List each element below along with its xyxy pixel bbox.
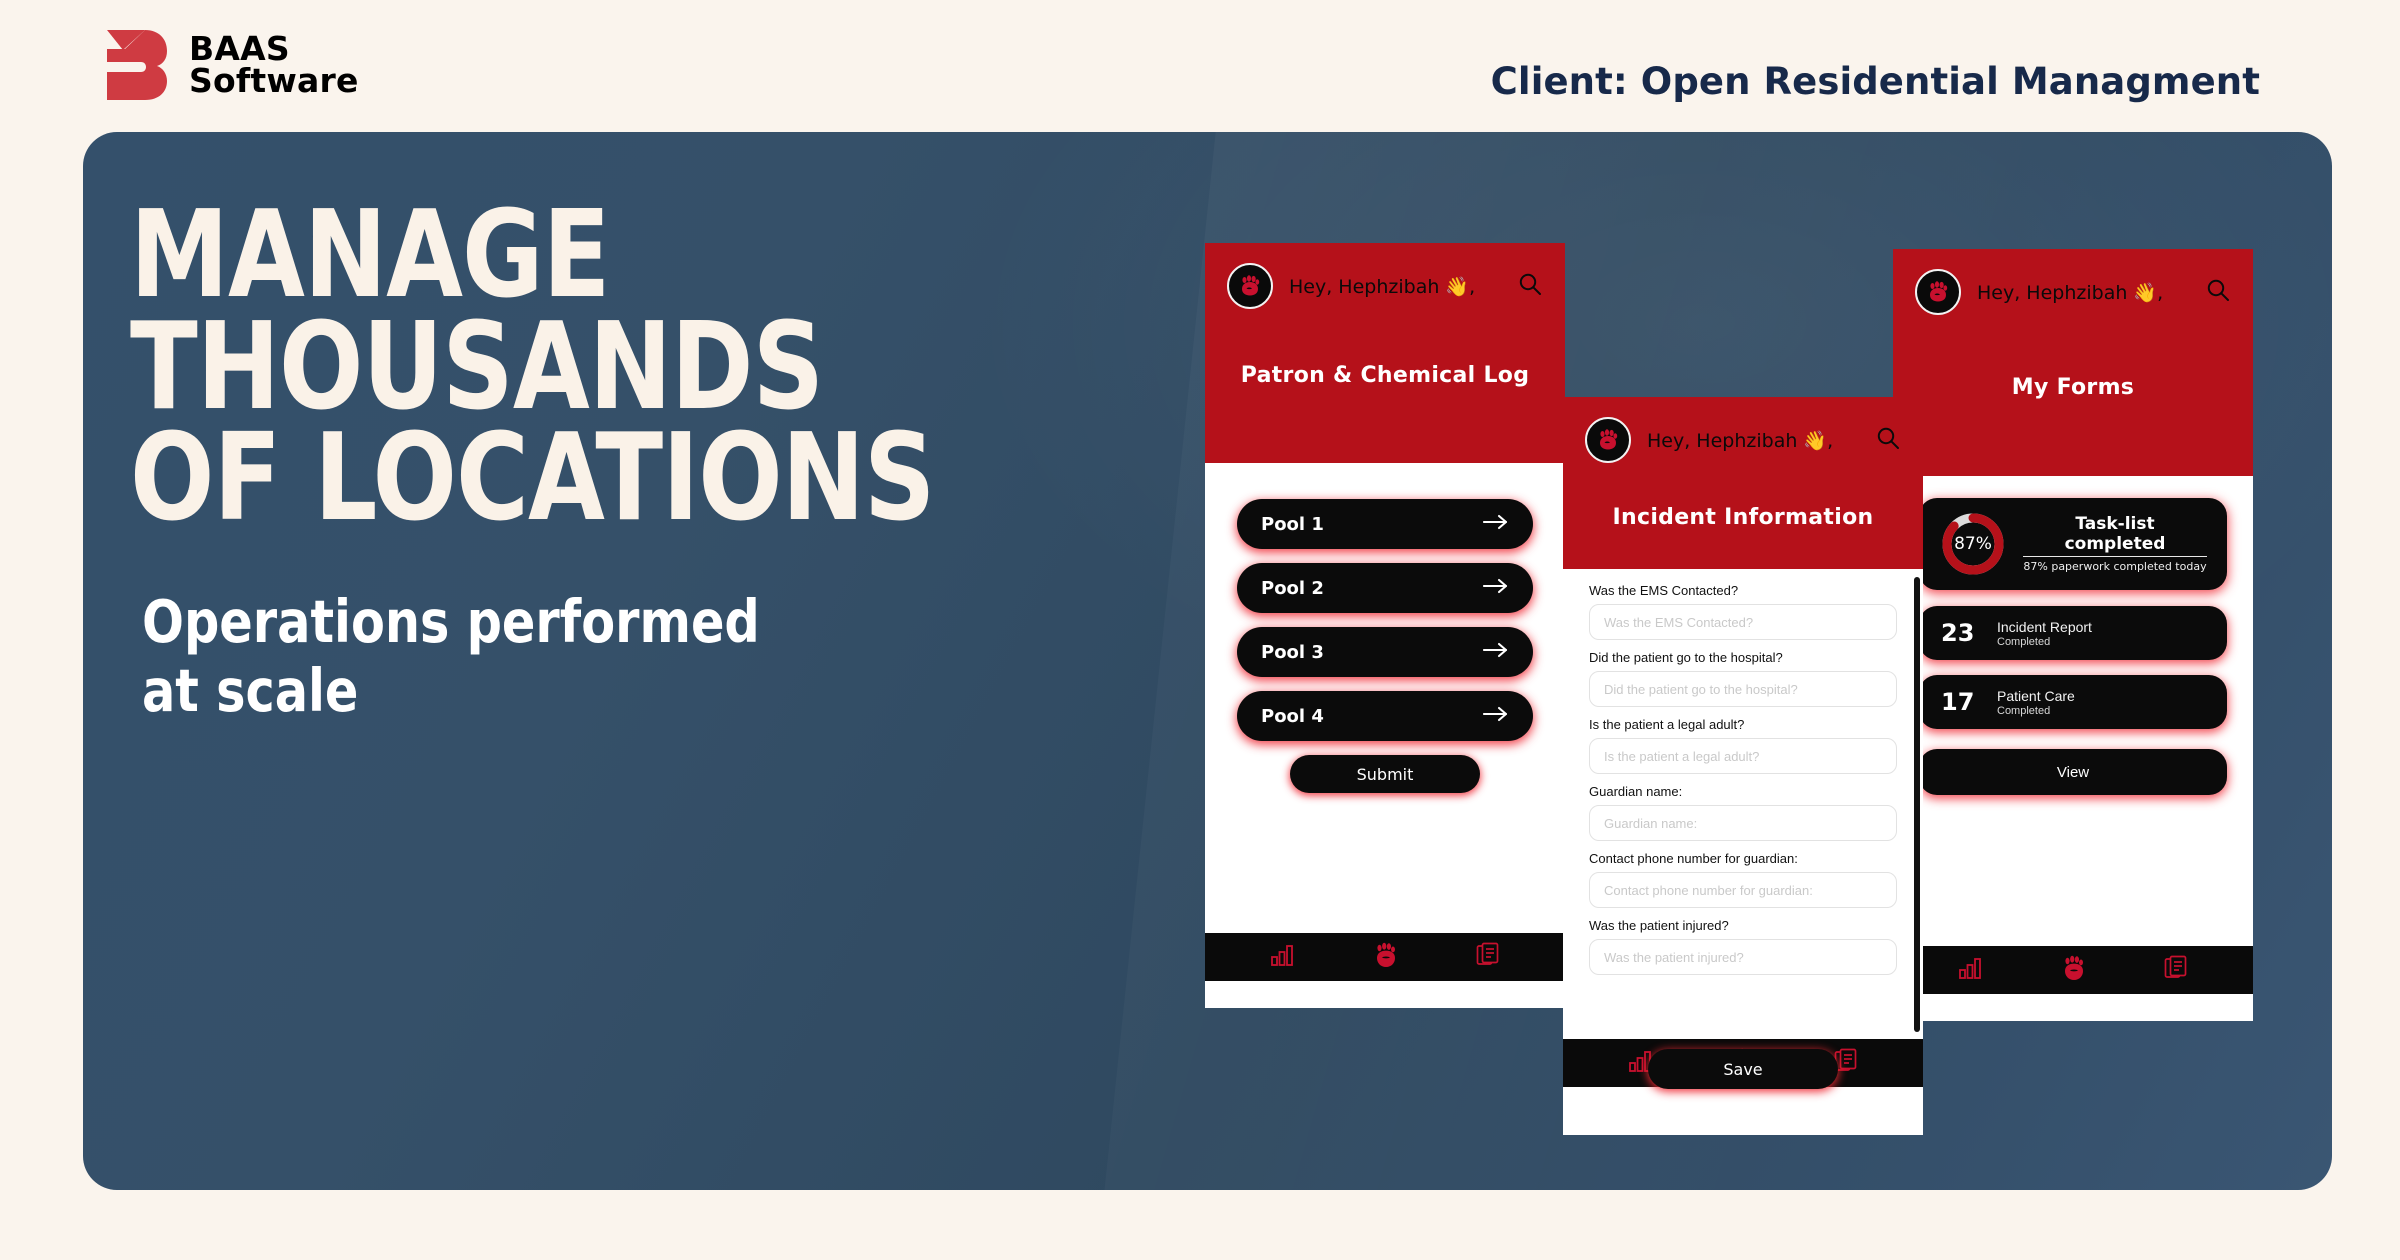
pool-button-label: Pool 3 — [1261, 641, 1324, 663]
form-name: Incident Report — [1997, 618, 2092, 635]
view-button[interactable]: View — [1919, 749, 2227, 795]
subhead-line-2: at scale — [142, 656, 359, 726]
view-button-label: View — [2056, 763, 2090, 781]
pool-button[interactable]: Pool 3 — [1237, 627, 1533, 677]
client-title: Client: Open Residential Managment — [1490, 60, 2260, 103]
task-card-subtitle: 87% paperwork completed today — [2023, 560, 2207, 574]
bear-paw-icon[interactable] — [2059, 954, 2089, 987]
app-header: Hey, Hephzibah 👋, Patron & Chemical Log — [1205, 243, 1565, 463]
bear-paw-avatar-icon[interactable] — [1915, 269, 1961, 315]
headline-line-1: MANAGE — [130, 186, 611, 325]
arrow-right-icon — [1482, 514, 1509, 535]
hero-copy: MANAGE THOUSANDS OF LOCATIONS Operations… — [130, 186, 1210, 726]
page-title: MANAGE THOUSANDS OF LOCATIONS — [130, 186, 1124, 549]
form-name: Patient Care — [1997, 687, 2075, 704]
baas-b-logo-icon — [105, 30, 167, 100]
field-placeholder: Guardian name: — [1604, 815, 1698, 831]
search-icon[interactable] — [2205, 277, 2231, 308]
subhead-line-1: Operations performed — [142, 586, 760, 656]
screen-title: My Forms — [2011, 375, 2135, 400]
field-label: Did the patient go to the hospital? — [1589, 650, 1783, 665]
guardian-phone-field[interactable]: Contact phone number for guardian: — [1589, 872, 1897, 908]
headline-line-3: OF LOCATIONS — [130, 409, 935, 549]
page-subtitle: Operations performed at scale — [142, 587, 1135, 726]
screen-title: Patron & Chemical Log — [1240, 363, 1530, 388]
form-group: Was the patient injured? Was the patient… — [1589, 918, 1897, 975]
bear-paw-avatar-icon[interactable] — [1585, 417, 1631, 463]
task-list-card[interactable]: 87% Task-list completed 87% paperwork co… — [1919, 498, 2227, 590]
incident-form: Was the EMS Contacted? Was the EMS Conta… — [1563, 569, 1923, 1039]
phone-mockup-incident-information: Hey, Hephzibah 👋, Incident Information W… — [1563, 397, 1923, 1135]
field-label: Guardian name: — [1589, 784, 1683, 799]
save-button-label: Save — [1723, 1059, 1763, 1079]
arrow-right-icon — [1482, 578, 1509, 599]
bar-chart-icon[interactable] — [1958, 956, 1984, 985]
pool-button-label: Pool 4 — [1261, 705, 1324, 727]
form-count: 23 — [1941, 619, 1975, 647]
save-button[interactable]: Save — [1648, 1049, 1838, 1089]
app-header: Hey, Hephzibah 👋, My Forms — [1893, 249, 2253, 476]
field-label: Is the patient a legal adult? — [1589, 717, 1745, 732]
form-status: Completed — [1997, 635, 2051, 648]
phone-mockup-patron-chemical-log: Hey, Hephzibah 👋, Patron & Chemical Log … — [1205, 243, 1565, 1008]
field-placeholder: Was the EMS Contacted? — [1604, 614, 1754, 630]
pool-button-label: Pool 1 — [1261, 513, 1324, 535]
pool-button-label: Pool 2 — [1261, 577, 1324, 599]
ems-contacted-field[interactable]: Was the EMS Contacted? — [1589, 604, 1897, 640]
progress-percent: 87% — [1954, 534, 1992, 554]
field-placeholder: Is the patient a legal adult? — [1604, 748, 1760, 764]
documents-icon[interactable] — [1476, 942, 1500, 973]
form-group: Did the patient go to the hospital? Did … — [1589, 650, 1897, 707]
vertical-scrollbar[interactable] — [1914, 577, 1920, 1032]
pool-list: Pool 1 Pool 2 Pool 3 Pool 4 Submit — [1205, 463, 1565, 933]
greeting-text: Hey, Hephzibah 👋, — [1977, 281, 2164, 304]
field-placeholder: Contact phone number for guardian: — [1604, 882, 1813, 898]
arrow-right-icon — [1482, 642, 1509, 663]
form-group: Guardian name: Guardian name: — [1589, 784, 1897, 841]
forms-list: 87% Task-list completed 87% paperwork co… — [1893, 476, 2253, 946]
legal-adult-field[interactable]: Is the patient a legal adult? — [1589, 738, 1897, 774]
bottom-tab-bar — [1205, 933, 1565, 981]
form-count: 17 — [1941, 688, 1975, 716]
form-summary-row[interactable]: 17 Patient Care Completed — [1919, 675, 2227, 729]
form-group: Is the patient a legal adult? Is the pat… — [1589, 717, 1897, 774]
bottom-tab-bar — [1893, 946, 2253, 994]
screen-title: Incident Information — [1612, 505, 1874, 530]
search-icon[interactable] — [1517, 271, 1543, 302]
hospital-field[interactable]: Did the patient go to the hospital? — [1589, 671, 1897, 707]
field-label: Was the EMS Contacted? — [1589, 583, 1739, 598]
bear-paw-icon[interactable] — [1371, 941, 1401, 974]
arrow-right-icon — [1482, 706, 1509, 727]
greeting-text: Hey, Hephzibah 👋, — [1289, 275, 1476, 298]
pool-button[interactable]: Pool 4 — [1237, 691, 1533, 741]
search-icon[interactable] — [1875, 425, 1901, 456]
pool-button[interactable]: Pool 2 — [1237, 563, 1533, 613]
task-card-title: Task-list completed — [2023, 514, 2207, 558]
brand-logo: BAAS Software — [105, 30, 359, 100]
pool-button[interactable]: Pool 1 — [1237, 499, 1533, 549]
headline-line-2: THOUSANDS — [130, 297, 824, 437]
submit-button-label: Submit — [1356, 764, 1414, 784]
field-label: Was the patient injured? — [1589, 918, 1729, 933]
form-status: Completed — [1997, 704, 2051, 717]
submit-button[interactable]: Submit — [1290, 755, 1480, 793]
slide-canvas: BAAS Software Client: Open Residential M… — [0, 0, 2400, 1260]
bar-chart-icon[interactable] — [1270, 943, 1296, 972]
bear-paw-avatar-icon[interactable] — [1227, 263, 1273, 309]
form-summary-row[interactable]: 23 Incident Report Completed — [1919, 606, 2227, 660]
app-header: Hey, Hephzibah 👋, Incident Information — [1563, 397, 1923, 569]
form-group: Was the EMS Contacted? Was the EMS Conta… — [1589, 583, 1897, 640]
field-label: Contact phone number for guardian: — [1589, 851, 1798, 866]
patient-injured-field[interactable]: Was the patient injured? — [1589, 939, 1897, 975]
field-placeholder: Did the patient go to the hospital? — [1604, 681, 1798, 697]
brand-line-2: Software — [189, 61, 359, 100]
progress-ring: 87% — [1939, 510, 2007, 578]
phone-mockup-my-forms: Hey, Hephzibah 👋, My Forms 87% Task-list… — [1893, 249, 2253, 1021]
documents-icon[interactable] — [2164, 955, 2188, 986]
guardian-name-field[interactable]: Guardian name: — [1589, 805, 1897, 841]
greeting-text: Hey, Hephzibah 👋, — [1647, 429, 1834, 452]
form-group: Contact phone number for guardian: Conta… — [1589, 851, 1897, 908]
field-placeholder: Was the patient injured? — [1604, 949, 1744, 965]
